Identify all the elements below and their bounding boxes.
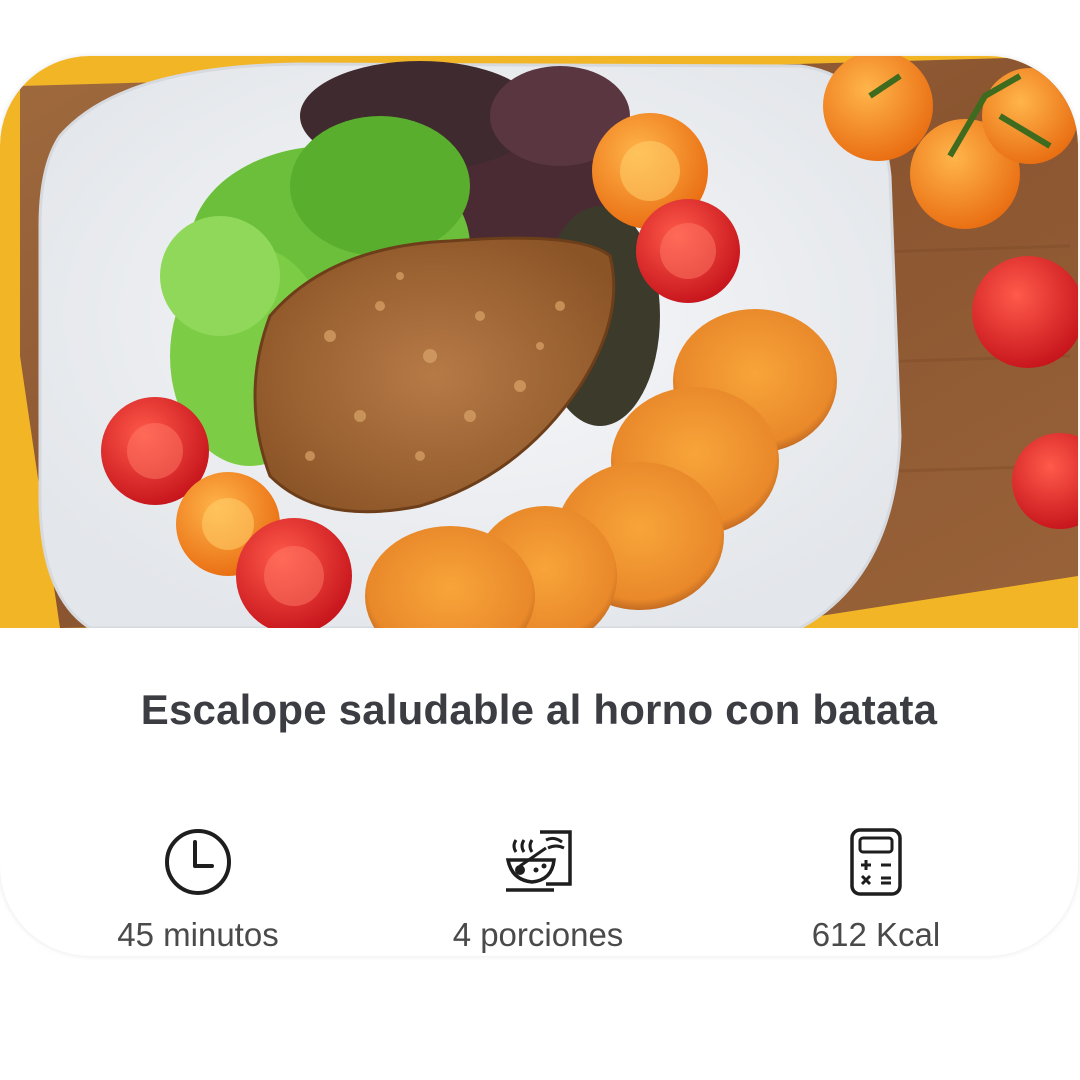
stat-portions-label: 4 porciones xyxy=(452,916,624,953)
recipe-title[interactable]: Escalope saludable al horno con batata xyxy=(0,686,1078,734)
stat-calories: 612 Kcal xyxy=(726,826,1026,954)
stat-calories-label: 612 Kcal xyxy=(811,916,941,953)
stat-time-label: 45 minutos xyxy=(117,916,279,953)
stat-time: 45 minutos xyxy=(48,826,348,954)
stat-portions: 4 porciones xyxy=(388,826,688,954)
recipe-photo[interactable] xyxy=(0,56,1078,628)
calculator-icon xyxy=(850,828,902,896)
recipe-card[interactable]: Escalope saludable al horno con batata 4… xyxy=(0,56,1078,956)
recipe-photo-illustration xyxy=(0,56,1078,628)
bowl-portions-icon xyxy=(505,830,572,892)
clock-icon xyxy=(165,829,231,895)
